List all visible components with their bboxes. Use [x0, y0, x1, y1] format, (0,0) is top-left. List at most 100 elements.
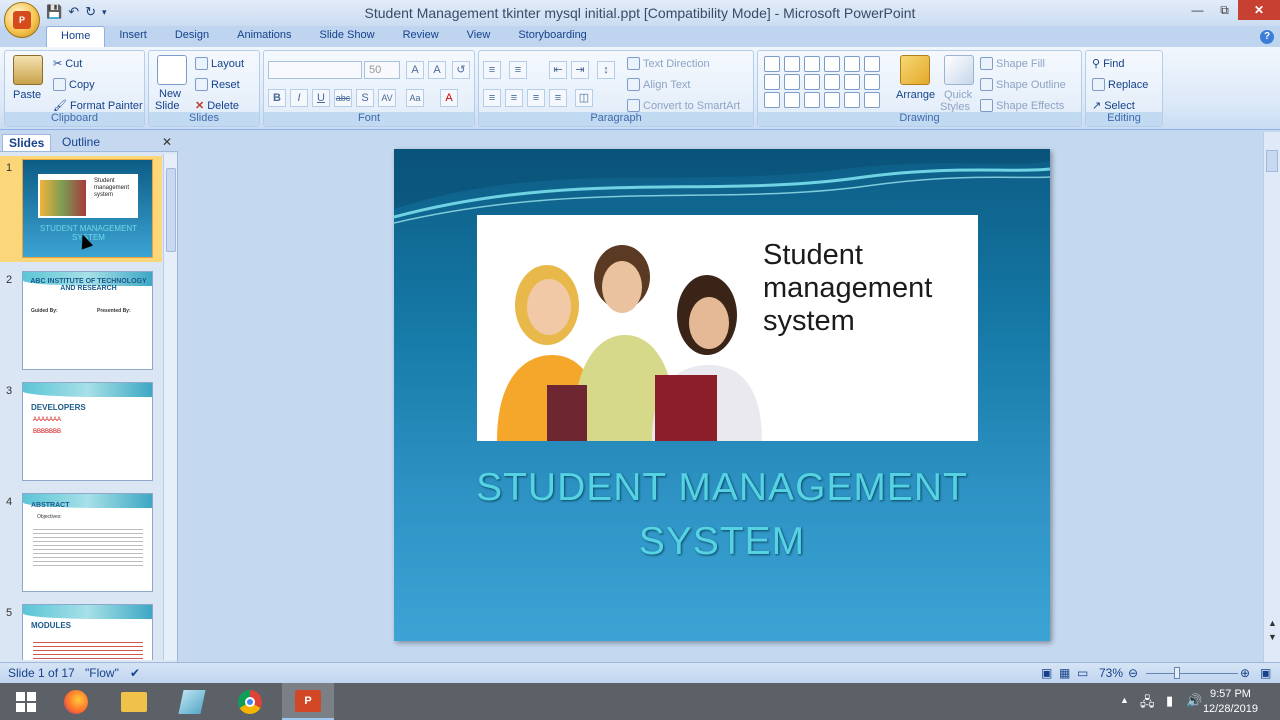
change-case-icon[interactable]: Aa — [406, 89, 424, 107]
battery-icon[interactable]: ▮ — [1166, 693, 1173, 709]
quick-styles-label-1[interactable]: Quick — [944, 89, 972, 101]
help-icon[interactable]: ? — [1260, 30, 1274, 44]
close-button[interactable]: ✕ — [1238, 0, 1280, 20]
font-size-combo[interactable]: 50 — [364, 61, 400, 79]
reset-button[interactable]: Reset — [195, 78, 240, 91]
spellcheck-icon[interactable]: ✔ — [130, 666, 140, 680]
numbering-icon[interactable]: ≡ — [509, 61, 527, 79]
quick-styles-icon[interactable] — [944, 55, 974, 85]
slide-title[interactable]: STUDENT MANAGEMENT SYSTEM — [394, 461, 1050, 569]
zoom-in-icon[interactable]: ⊕ — [1240, 666, 1250, 680]
tab-design[interactable]: Design — [161, 26, 223, 47]
bullets-icon[interactable]: ≡ — [483, 61, 501, 79]
replace-button[interactable]: Replace — [1092, 78, 1148, 91]
shape-triangle-icon[interactable] — [764, 74, 780, 90]
arrange-icon[interactable] — [900, 55, 930, 85]
tab-slides[interactable]: Slides — [2, 134, 52, 151]
shape-star-icon[interactable] — [864, 92, 880, 108]
slide-thumbnail-4[interactable]: 4 ABSTRACT Objectives: — [0, 490, 162, 596]
shape-down-arrow-icon[interactable] — [844, 74, 860, 90]
slide-sorter-icon[interactable]: ▦ — [1059, 666, 1070, 680]
clear-format-icon[interactable]: ↺ — [452, 61, 470, 79]
close-panel-icon[interactable]: ✕ — [162, 135, 172, 149]
tab-home[interactable]: Home — [46, 26, 106, 47]
shadow-icon[interactable]: S — [356, 89, 374, 107]
system-clock[interactable]: 9:57 PM 12/28/2019 — [1203, 687, 1258, 717]
zoom-out-icon[interactable]: ⊖ — [1128, 666, 1138, 680]
tab-review[interactable]: Review — [389, 26, 453, 47]
shape-wave-icon[interactable] — [804, 92, 820, 108]
delete-button[interactable]: ✕ Delete — [195, 99, 239, 113]
bold-icon[interactable]: B — [268, 89, 286, 107]
shape-rectangle-icon[interactable] — [824, 56, 840, 72]
restore-button[interactable]: ⧉ — [1211, 0, 1238, 20]
tab-view[interactable]: View — [453, 26, 505, 47]
select-button[interactable]: ↗ Select — [1092, 99, 1135, 113]
columns-icon[interactable]: ◫ — [575, 89, 593, 107]
tab-animations[interactable]: Animations — [223, 26, 305, 47]
shape-fill-button[interactable]: Shape Fill — [980, 57, 1045, 70]
align-right-icon[interactable]: ≡ — [527, 89, 545, 107]
current-slide[interactable]: Student management system STUDENT MANAGE… — [394, 149, 1050, 641]
tab-insert[interactable]: Insert — [105, 26, 161, 47]
shape-brace-right-icon[interactable] — [844, 92, 860, 108]
justify-icon[interactable]: ≡ — [549, 89, 567, 107]
zoom-slider[interactable] — [1146, 673, 1238, 674]
increase-indent-icon[interactable]: ⇥ — [571, 61, 589, 79]
shape-connector-icon[interactable] — [784, 74, 800, 90]
grow-font-icon[interactable]: A — [406, 61, 424, 79]
tab-outline[interactable]: Outline — [56, 134, 106, 150]
shrink-font-icon[interactable]: A — [428, 61, 446, 79]
slideshow-view-icon[interactable]: ▭ — [1077, 666, 1088, 680]
shape-right-arrow-icon[interactable] — [824, 74, 840, 90]
network-icon[interactable]: 🖧 — [1140, 693, 1155, 715]
tab-slide-show[interactable]: Slide Show — [306, 26, 389, 47]
align-text-button[interactable]: Align Text — [627, 78, 691, 91]
office-button[interactable]: P — [4, 2, 40, 38]
shape-oval-icon[interactable] — [844, 56, 860, 72]
app-taskbar-button[interactable] — [166, 683, 218, 720]
slide-thumbnail-3[interactable]: 3 DEVELOPERS AAAAAAA BBBBBBB — [0, 379, 162, 485]
minimize-button[interactable]: — — [1184, 0, 1211, 20]
panel-scrollbar[interactable] — [163, 154, 177, 660]
cut-button[interactable]: ✂ Cut — [53, 57, 82, 71]
shape-arc-icon[interactable] — [784, 92, 800, 108]
chrome-taskbar-button[interactable] — [224, 683, 276, 720]
shape-textbox-icon[interactable] — [764, 56, 780, 72]
align-center-icon[interactable]: ≡ — [505, 89, 523, 107]
layout-button[interactable]: Layout — [195, 57, 244, 70]
slide-thumbnail-5[interactable]: 5 MODULES — [0, 601, 162, 660]
start-button[interactable] — [0, 683, 52, 720]
shape-outline-button[interactable]: Shape Outline — [980, 78, 1066, 91]
powerpoint-taskbar-button[interactable]: P — [282, 683, 334, 720]
align-left-icon[interactable]: ≡ — [483, 89, 501, 107]
paste-icon[interactable] — [13, 55, 43, 85]
convert-smartart-button[interactable]: Convert to SmartArt — [627, 99, 740, 112]
shape-effects-button[interactable]: Shape Effects — [980, 99, 1064, 112]
arrange-button[interactable]: Arrange — [896, 89, 935, 101]
prev-slide-icon[interactable]: ▲ — [1268, 618, 1277, 628]
text-direction-button[interactable]: Text Direction — [627, 57, 710, 70]
fit-slide-icon[interactable]: ▣ — [1260, 666, 1271, 680]
tab-storyboarding[interactable]: Storyboarding — [504, 26, 601, 47]
underline-icon[interactable]: U — [312, 89, 330, 107]
char-spacing-icon[interactable]: AV — [378, 89, 396, 107]
editor-scroll-thumb[interactable] — [1266, 150, 1278, 172]
editor-scrollbar[interactable]: ▲ ▼ — [1263, 132, 1280, 662]
firefox-taskbar-button[interactable] — [50, 683, 102, 720]
zoom-slider-thumb[interactable] — [1174, 667, 1180, 679]
slide-thumbnail-2[interactable]: 2 ABC INSTITUTE OF TECHNOLOGY AND RESEAR… — [0, 268, 162, 374]
find-button[interactable]: ⚲ Find — [1092, 57, 1124, 71]
shape-brace-left-icon[interactable] — [824, 92, 840, 108]
slide-image[interactable]: Student management system — [477, 215, 978, 441]
strikethrough-icon[interactable]: abc — [334, 89, 352, 107]
new-slide-icon[interactable] — [157, 55, 187, 85]
file-explorer-taskbar-button[interactable] — [108, 683, 160, 720]
next-slide-icon[interactable]: ▼ — [1268, 632, 1277, 642]
normal-view-icon[interactable]: ▣ — [1041, 666, 1052, 680]
shape-line-icon[interactable] — [784, 56, 800, 72]
shape-elbow-icon[interactable] — [804, 74, 820, 90]
new-slide-label-2[interactable]: Slide — [155, 100, 179, 112]
format-painter-button[interactable]: 🖌 Format Painter — [53, 99, 143, 113]
decrease-indent-icon[interactable]: ⇤ — [549, 61, 567, 79]
